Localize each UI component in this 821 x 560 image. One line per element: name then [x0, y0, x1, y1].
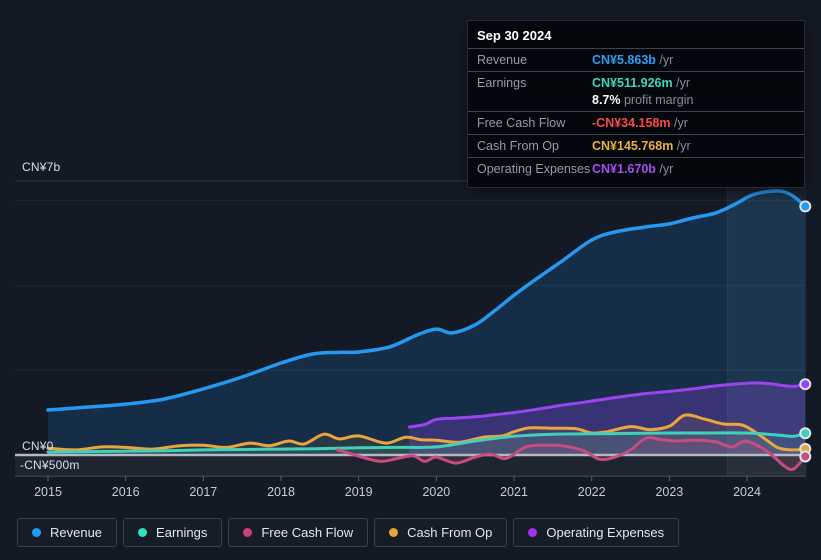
tooltip-value: CN¥145.768m — [592, 139, 674, 153]
legend-item-free-cash-flow[interactable]: Free Cash Flow — [228, 518, 369, 547]
y-axis-label-zero: CN¥0 — [22, 439, 54, 453]
chart-legend: Revenue Earnings Free Cash Flow Cash From O… — [17, 518, 680, 547]
x-tick-label-2024: 2024 — [733, 485, 761, 499]
legend-item-cash-from-op[interactable]: Cash From Op — [374, 518, 508, 547]
tooltip-value-suffix: /yr — [655, 162, 674, 177]
tooltip-row-free-cash-flow: Free Cash Flow -CN¥34.158m /yr — [468, 110, 804, 134]
tooltip-value: CN¥5.863b — [592, 53, 656, 67]
legend-item-operating-expenses[interactable]: Operating Expenses — [513, 518, 680, 547]
x-tick-label-2018: 2018 — [267, 485, 295, 499]
series-endpoint-free-cash-flow — [799, 450, 812, 463]
x-tick-label-2022: 2022 — [578, 485, 606, 499]
legend-dot-earnings — [138, 528, 148, 537]
legend-label: Operating Expenses — [546, 525, 665, 540]
legend-dot-cash-from-op — [389, 528, 399, 537]
negative-zone — [15, 456, 806, 477]
legend-label: Cash From Op — [407, 525, 493, 540]
tooltip-row-cash-from-op: Cash From Op CN¥145.768m /yr — [468, 134, 804, 157]
legend-dot-revenue — [32, 528, 41, 537]
tooltip-value: CN¥1.670b — [592, 162, 656, 177]
tooltip-label: Earnings — [477, 76, 527, 91]
y-axis-label-negative: -CN¥500m — [20, 458, 80, 472]
legend-dot-free-cash-flow — [243, 528, 253, 537]
x-tick-label-2021: 2021 — [500, 485, 528, 499]
tooltip-date: Sep 30 2024 — [477, 28, 552, 43]
tooltip-profit-margin: 8.7% profit margin — [592, 92, 694, 107]
tooltip-value-suffix: /yr — [672, 76, 690, 91]
y-axis-label-max: CN¥7b — [22, 160, 61, 174]
tooltip-label: Revenue — [477, 53, 528, 67]
tooltip-value-suffix: /yr — [673, 139, 691, 153]
series-endpoint-revenue — [799, 200, 812, 213]
chart-tooltip: Sep 30 2024 Revenue CN¥5.863b /yr Earnin… — [467, 20, 805, 188]
x-tick-label-2020: 2020 — [422, 485, 450, 499]
tooltip-label: Cash From Op — [477, 139, 559, 153]
legend-dot-operating-expenses — [528, 528, 538, 537]
tooltip-value-suffix: /yr — [655, 53, 674, 67]
x-tick-label-2016: 2016 — [112, 485, 140, 499]
series-endpoint-earnings — [799, 427, 812, 440]
tooltip-value-suffix: /yr — [670, 115, 688, 130]
legend-item-revenue[interactable]: Revenue — [17, 518, 118, 547]
tooltip-row-operating-expenses: Operating Expenses CN¥1.670b /yr — [468, 157, 804, 180]
x-tick-label-2017: 2017 — [189, 485, 217, 499]
legend-label: Free Cash Flow — [261, 525, 354, 540]
tooltip-row-revenue: Revenue CN¥5.863b /yr — [468, 48, 804, 71]
financial-history-chart: 2015 2016 2017 2018 2019 2020 2021 2022 2023 2024… — [0, 0, 821, 560]
x-tick-label-2015: 2015 — [34, 485, 62, 499]
x-tick-label-2023: 2023 — [655, 485, 683, 499]
tooltip-row-earnings: Earnings CN¥511.926m /yr 8.7% profit mar… — [468, 71, 804, 111]
x-tick-label-2019: 2019 — [345, 485, 373, 499]
tooltip-value: -CN¥34.158m — [592, 115, 671, 130]
legend-item-earnings[interactable]: Earnings — [123, 518, 223, 547]
series-endpoint-operating-expenses — [799, 378, 812, 391]
legend-label: Earnings — [156, 525, 208, 540]
legend-label: Revenue — [50, 525, 103, 540]
tooltip-value: CN¥511.926m — [592, 76, 673, 91]
tooltip-label: Operating Expenses — [477, 162, 591, 177]
tooltip-label: Free Cash Flow — [477, 115, 566, 130]
